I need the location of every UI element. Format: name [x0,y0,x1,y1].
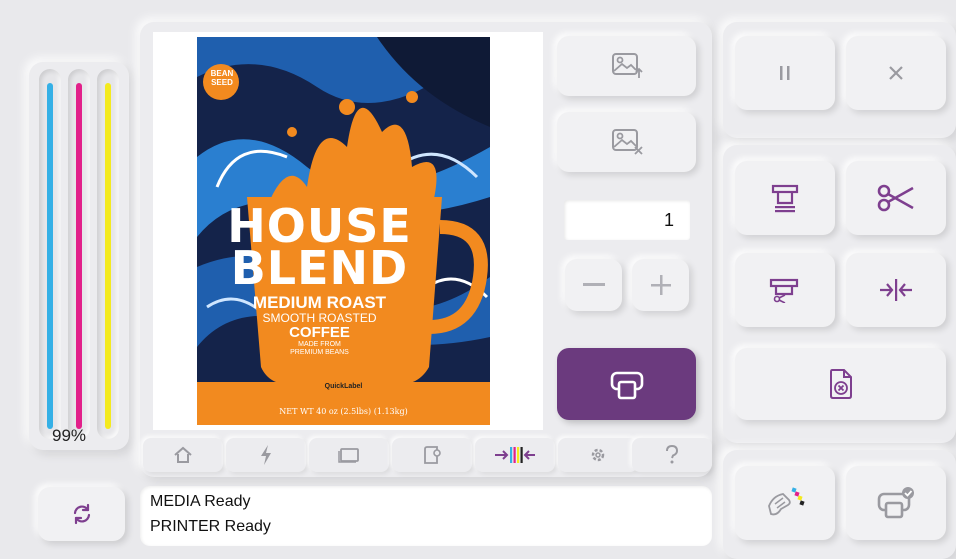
gear-icon [591,448,605,462]
tab-help[interactable] [632,438,712,472]
feed-cut-icon [769,278,799,303]
made-from-line-1: MADE FROM [298,341,341,348]
copies-value: 1 [663,210,674,230]
smooth-text: SMOOTH ROASTED [262,311,377,325]
tab-quick-actions[interactable] [226,438,306,472]
remove-image-button[interactable] [557,112,696,172]
cyan-ink-gauge [39,69,61,439]
made-from-text: MADE FROM PREMIUM BEANS [197,341,442,357]
home-icon [174,446,192,463]
upload-image-button[interactable] [557,36,696,96]
magenta-ink-fill [76,82,82,429]
label-preview-image: BEAN SEED HOUSE BLEND MEDIUM ROAST SMOOT… [197,37,490,425]
lightning-icon [261,445,271,465]
tab-media[interactable] [309,438,389,472]
cancel-button[interactable] [846,36,946,110]
pause-icon [780,66,790,80]
feed-and-cut-button[interactable] [735,253,835,327]
print-button[interactable] [557,348,696,420]
pause-button[interactable] [735,36,835,110]
cut-button[interactable] [846,161,946,235]
copies-input[interactable]: 1 [564,200,690,240]
title-line-2: BLEND [230,241,409,295]
close-icon [889,66,903,80]
clean-hand-icon [768,487,805,516]
refresh-button[interactable] [38,487,125,541]
printer-status: PRINTER Ready [150,518,271,535]
yellow-ink-gauge [97,69,119,439]
brand-line-2: SEED [211,78,233,87]
made-from-line-2: PREMIUM BEANS [290,349,349,356]
status-box: MEDIA Ready PRINTER Ready [140,486,712,546]
calibrate-icon [495,447,535,463]
printer-icon [610,371,643,400]
net-weight-text: NET WT 40 oz (2.5lbs) (1.13kg) [279,407,408,416]
cyan-ink-fill [47,82,53,429]
refresh-icon [73,503,90,525]
calibrate-sensor-button[interactable] [846,253,946,327]
feed-button[interactable] [735,161,835,235]
increment-button[interactable] [632,259,689,311]
tab-label-settings[interactable] [392,438,472,472]
media-status: MEDIA Ready [150,493,251,510]
image-upload-icon [611,53,643,78]
clear-job-button[interactable] [735,348,946,420]
plus-icon [650,275,671,295]
printer-check-icon [877,487,914,519]
magenta-ink-gauge [68,69,90,439]
maker-logo: QuickLabel [324,383,363,390]
help-icon [666,445,679,464]
tab-settings[interactable] [558,438,638,472]
minus-icon [582,283,605,286]
coffee-text: COFFEE [289,324,350,341]
roast-text: MEDIUM ROAST [252,293,387,312]
brand-logo-text: BEAN SEED [207,69,237,87]
brand-line-1: BEAN [210,69,234,78]
scissors-icon [877,184,914,212]
feed-icon [771,184,799,213]
clean-printhead-button[interactable] [735,466,835,540]
compress-arrows-icon [880,279,912,301]
image-remove-icon [611,129,643,155]
media-icon [338,448,359,463]
document-x-icon [829,369,852,399]
yellow-ink-fill [105,82,111,429]
tab-calibrate[interactable] [475,438,555,472]
tab-home[interactable] [143,438,223,472]
label-title: HOUSE BLEND [197,203,442,295]
ink-level-percent: 99% [52,426,87,445]
decrement-button[interactable] [565,259,622,311]
label-settings-icon [424,446,441,464]
printer-status-button[interactable] [846,466,946,540]
